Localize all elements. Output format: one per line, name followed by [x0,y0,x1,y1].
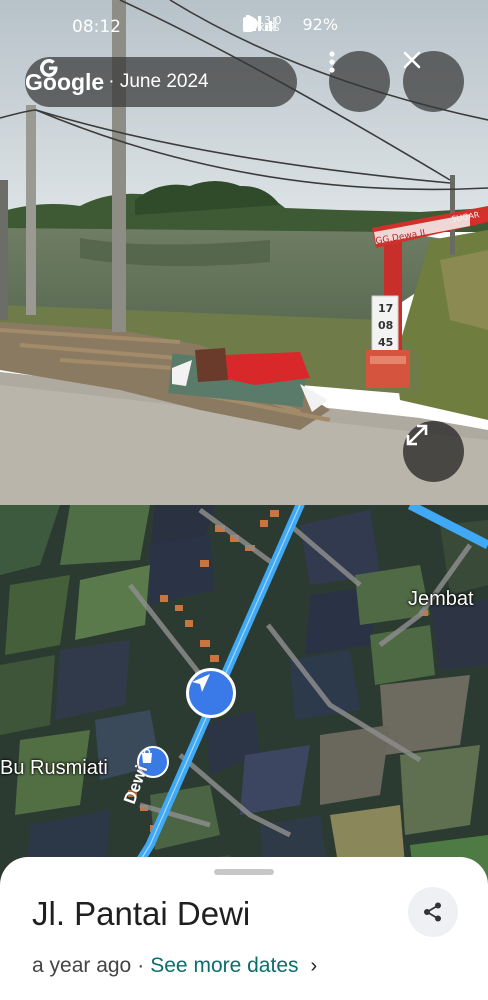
place-bottom-sheet[interactable]: Jl. Pantai Dewi a year ago · See more da… [0,857,488,1000]
status-time: 08:12 [72,17,121,37]
expand-button[interactable] [403,421,464,482]
capture-age: a year ago [32,954,132,977]
meta-separator: · [137,954,145,977]
see-more-dates-link[interactable]: See more dates [150,954,298,978]
more-vert-icon [329,51,335,73]
battery-percent: 92% [302,15,339,34]
share-icon [424,902,441,922]
street-name: Jl. Pantai Dewi [32,895,251,932]
map-label-jembat: Jembat [408,588,474,610]
more-options-button[interactable] [329,51,390,112]
status-icons: 13.0 KB/S 92% [243,15,338,34]
imagery-source-pill[interactable]: Google · June 2024 [25,57,297,107]
drag-handle[interactable] [214,869,274,875]
current-position-marker[interactable] [186,668,236,718]
google-g-icon [40,59,58,77]
status-bar: 08:12 13.0 KB/S 92% [0,0,488,52]
capture-meta: a year ago · See more dates › [32,954,317,978]
marker-line-3: 45 [378,336,393,349]
map-label-poi: Bu Rusmiati [0,757,108,779]
marker-line-2: 08 [378,319,393,332]
marker-line-1: 17 [378,302,393,315]
expand-icon [406,424,428,446]
google-brand-text: Google [25,68,105,95]
navigation-arrow-icon [192,674,210,692]
shopping-bag-icon [142,748,152,763]
close-icon [403,51,421,69]
street-view-image[interactable]: GG.Dewa II SUGAR 17 08 45 08:12 13.0 KB/… [0,0,488,505]
share-button[interactable] [408,887,458,937]
chevron-right-icon[interactable]: › [311,955,318,978]
close-button[interactable] [403,51,464,112]
capture-date: · June 2024 [108,71,209,92]
